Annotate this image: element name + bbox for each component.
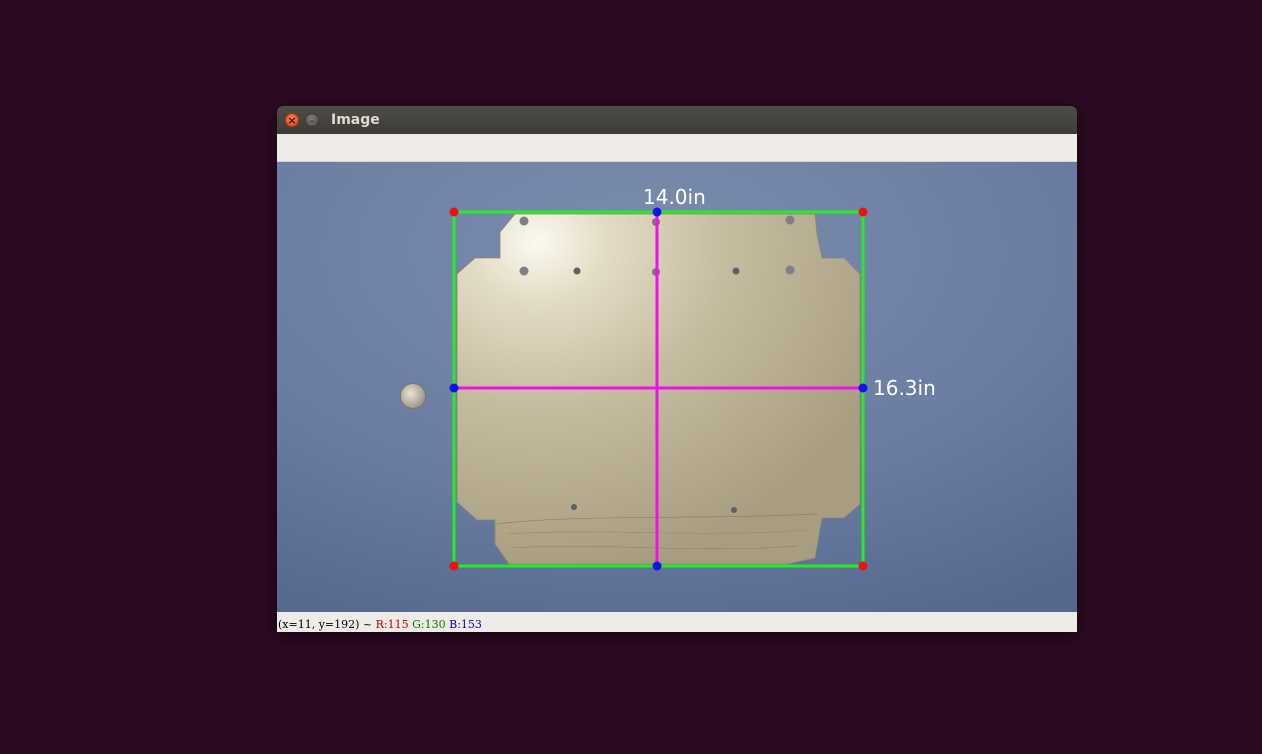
window-titlebar[interactable]: × – Image: [277, 106, 1077, 134]
plate-hole: [731, 507, 737, 513]
height-measurement-label: 16.3in: [873, 376, 936, 400]
midpoint: [449, 383, 459, 393]
measurement-image: 14.0in 16.3in: [277, 162, 1077, 612]
plate-hole: [519, 216, 529, 226]
plate-hole: [571, 504, 577, 510]
corner-point: [449, 561, 459, 571]
image-canvas[interactable]: 14.0in 16.3in: [277, 162, 1077, 612]
corner-point: [858, 561, 868, 571]
width-measurement-label: 14.0in: [643, 185, 706, 209]
plate-hole: [785, 265, 795, 275]
plate-hole: [785, 215, 795, 225]
minimize-icon: –: [309, 113, 315, 127]
red-value: R:115: [375, 618, 409, 631]
window-title: Image: [331, 112, 380, 128]
minimize-button[interactable]: –: [305, 113, 319, 127]
midpoint: [858, 383, 868, 393]
corner-point: [858, 207, 868, 217]
corner-point: [449, 207, 459, 217]
close-icon: ×: [287, 113, 297, 127]
toolbar: [277, 134, 1077, 162]
close-button[interactable]: ×: [285, 113, 299, 127]
cursor-coordinates: (x=11, y=192) ~: [278, 618, 376, 631]
green-value: G:130: [412, 618, 446, 631]
image-window: × – Image 14.0in 16.3in (x=11, y=192) ~ …: [277, 106, 1077, 632]
midpoint: [652, 561, 662, 571]
plate-hole: [732, 267, 740, 275]
reference-coin: [400, 383, 426, 409]
blue-value: B:153: [449, 618, 482, 631]
plate-hole: [519, 266, 529, 276]
plate-hole: [573, 267, 581, 275]
status-bar: (x=11, y=192) ~ R:115 G:130 B:153: [277, 612, 1077, 632]
